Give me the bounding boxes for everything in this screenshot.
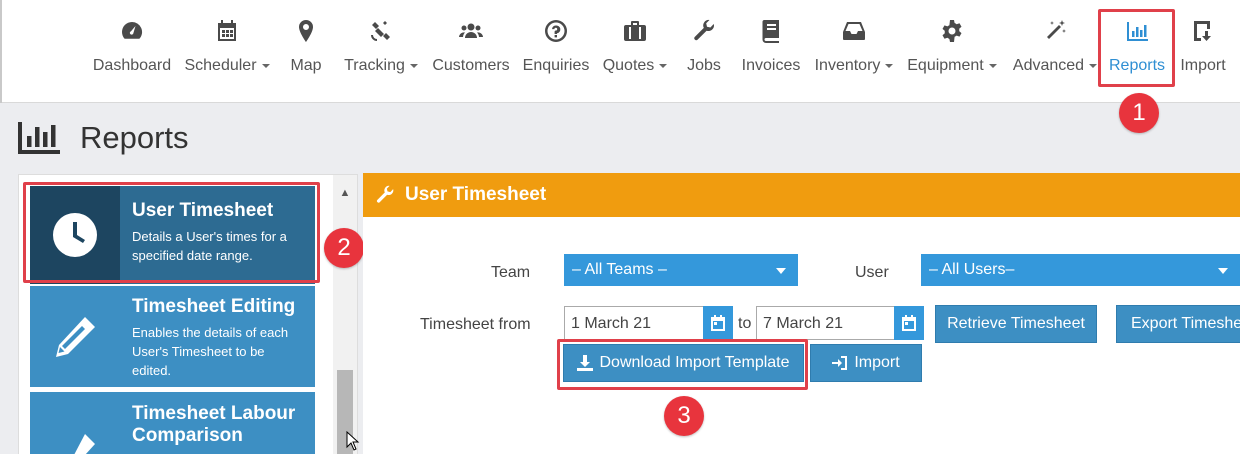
nav-scheduler-label: Scheduler <box>184 57 257 74</box>
calendar-icon <box>212 16 242 46</box>
chevron-down-icon <box>659 63 668 68</box>
report-card-title: Timesheet Labour Comparison <box>132 403 296 446</box>
page-title: Reports <box>80 120 189 155</box>
report-card-description: Enables the details of each User's Times… <box>132 325 289 378</box>
pencil-icon <box>30 286 120 387</box>
chevron-down-icon <box>776 268 786 274</box>
nav-invoices[interactable]: Invoices <box>740 16 802 86</box>
nav-tracking[interactable]: Tracking <box>342 16 420 86</box>
nav-equipment-label: Equipment <box>907 57 984 74</box>
panel-title: User Timesheet <box>405 184 547 205</box>
chevron-down-icon <box>409 63 418 68</box>
gauge-icon <box>117 16 147 46</box>
export-timesheet-button[interactable]: Export Timesheet <box>1116 305 1240 343</box>
report-list-scrollbar[interactable]: ▲ <box>333 175 357 454</box>
chevron-down-icon <box>1218 268 1228 274</box>
chevron-down-icon <box>1089 63 1098 68</box>
nav-quotes[interactable]: Quotes <box>602 16 668 86</box>
satellite-icon <box>366 16 396 46</box>
date-to-input[interactable]: 7 March 21 <box>756 306 896 340</box>
calendar-icon <box>902 315 916 331</box>
nav-dashboard[interactable]: Dashboard <box>92 16 172 86</box>
nav-quotes-label: Quotes <box>602 57 655 74</box>
to-label: to <box>738 315 752 332</box>
import-button-label: Import <box>854 354 900 371</box>
nav-advanced-label: Advanced <box>1012 57 1085 74</box>
nav-jobs-label: Jobs <box>687 57 721 74</box>
mouse-cursor-icon <box>346 431 360 451</box>
nav-enquiries[interactable]: Enquiries <box>522 16 590 86</box>
report-card-title: Timesheet Editing <box>132 296 296 317</box>
chevron-down-icon <box>885 63 894 68</box>
team-select[interactable]: – All Teams – <box>564 254 798 286</box>
import-button[interactable]: Import <box>810 344 922 382</box>
chevron-down-icon <box>261 63 270 68</box>
users-icon <box>456 16 486 46</box>
nav-enquiries-label: Enquiries <box>522 57 590 74</box>
chevron-down-icon <box>988 63 997 68</box>
highlight-download-template <box>557 339 808 390</box>
pencil-icon <box>30 392 120 454</box>
scroll-up-icon[interactable]: ▲ <box>333 185 357 201</box>
sign-in-icon <box>832 356 848 370</box>
nav-tracking-label: Tracking <box>344 57 405 74</box>
highlight-reports <box>1098 9 1175 87</box>
report-card-timesheet-labour-comparison[interactable]: Timesheet Labour Comparison <box>30 392 315 454</box>
nav-map-label: Map <box>290 57 322 74</box>
timesheet-from-label: Timesheet from <box>420 316 531 333</box>
date-from-picker-button[interactable] <box>703 306 733 340</box>
nav-inventory[interactable]: Inventory <box>814 16 894 86</box>
nav-customers[interactable]: Customers <box>432 16 510 86</box>
calendar-icon <box>711 315 725 331</box>
report-panel: User Timesheet Team – All Teams – User –… <box>363 173 1240 454</box>
step-badge-3: 3 <box>664 396 704 436</box>
book-icon <box>756 16 786 46</box>
panel-header: User Timesheet <box>363 173 1240 217</box>
nav-customers-label: Customers <box>432 57 510 74</box>
nav-dashboard-label: Dashboard <box>92 57 172 74</box>
retrieve-timesheet-button[interactable]: Retrieve Timesheet <box>935 305 1097 343</box>
user-select[interactable]: – All Users– <box>921 254 1240 286</box>
nav-advanced[interactable]: Advanced <box>1012 16 1098 86</box>
nav-inventory-label: Inventory <box>814 57 881 74</box>
nav-import-label: Import <box>1180 57 1226 74</box>
wrench-icon <box>689 16 719 46</box>
bar-chart-icon <box>18 122 60 154</box>
date-to-picker-button[interactable] <box>894 306 924 340</box>
user-label: User <box>855 264 889 281</box>
question-icon <box>541 16 571 46</box>
top-navigation: Dashboard Scheduler Map Tracking Custome… <box>0 0 1240 103</box>
step-badge-1: 1 <box>1119 93 1159 133</box>
highlight-user-timesheet <box>23 182 320 283</box>
nav-equipment[interactable]: Equipment <box>906 16 998 86</box>
nav-jobs[interactable]: Jobs <box>684 16 724 86</box>
gear-icon <box>937 16 967 46</box>
inbox-icon <box>839 16 869 46</box>
nav-map[interactable]: Map <box>286 16 326 86</box>
team-select-value: – All Teams – <box>572 261 667 278</box>
step-badge-2: 2 <box>324 228 364 268</box>
map-pin-icon <box>291 16 321 46</box>
user-select-value: – All Users– <box>929 261 1015 278</box>
nav-scheduler[interactable]: Scheduler <box>184 16 270 86</box>
briefcase-icon <box>620 16 650 46</box>
report-card-timesheet-editing[interactable]: Timesheet Editing Enables the details of… <box>30 286 315 387</box>
team-label: Team <box>491 264 531 281</box>
magic-wand-icon <box>1040 16 1070 46</box>
wrench-icon <box>376 185 394 203</box>
nav-invoices-label: Invoices <box>741 57 801 74</box>
page-header: Reports <box>18 120 189 156</box>
import-icon <box>1188 16 1218 46</box>
date-from-input[interactable]: 1 March 21 <box>564 306 704 340</box>
window-edge <box>0 0 2 103</box>
nav-import[interactable]: Import <box>1178 16 1228 86</box>
